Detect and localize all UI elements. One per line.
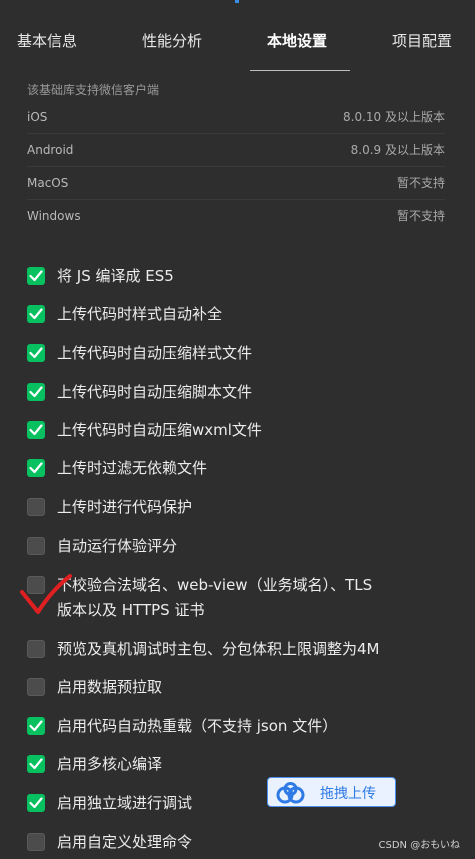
checkbox-unchecked[interactable]	[27, 498, 45, 516]
platform-label: Windows	[27, 209, 81, 223]
checkmark-icon	[29, 308, 43, 320]
checkmark-icon	[29, 386, 43, 398]
checkbox-checked[interactable]	[27, 267, 45, 285]
support-row: MacOS 暂不支持	[27, 167, 445, 200]
option-label[interactable]: 启用代码自动热重载（不支持 json 文件）	[57, 714, 337, 738]
option-label[interactable]: 上传时进行代码保护	[57, 495, 192, 519]
checkmark-icon	[29, 797, 43, 809]
watermark: CSDN @おもいね	[378, 840, 461, 851]
platform-label: Android	[27, 143, 74, 157]
drag-upload-button[interactable]: 拖拽上传	[267, 777, 396, 807]
checkbox-unchecked[interactable]	[27, 678, 45, 696]
support-row: Windows 暂不支持	[27, 200, 445, 232]
client-support-table: 该基础库支持微信客户端 iOS 8.0.10 及以上版本 Android 8.0…	[27, 82, 445, 232]
option-label-line2[interactable]: 版本以及 HTTPS 证书	[57, 598, 204, 622]
checkbox-checked[interactable]	[27, 459, 45, 477]
checkmark-icon	[29, 720, 43, 732]
checkmark-icon	[29, 347, 43, 359]
checkbox-unchecked[interactable]	[27, 537, 45, 555]
checkbox-checked[interactable]	[27, 383, 45, 401]
option-label[interactable]: 启用独立域进行调试	[57, 791, 192, 815]
checkmark-icon	[29, 424, 43, 436]
checkmark-icon	[29, 462, 43, 474]
checkbox-checked[interactable]	[27, 305, 45, 323]
option-label[interactable]: 不校验合法域名、web-view（业务域名）、TLS	[57, 573, 372, 597]
upload-label: 拖拽上传	[320, 786, 376, 802]
option-label[interactable]: 启用多核心编译	[57, 752, 162, 776]
platform-value: 暂不支持	[396, 209, 445, 223]
option-label[interactable]: 上传代码时样式自动补全	[57, 302, 222, 326]
checkbox-unchecked[interactable]	[27, 640, 45, 658]
platform-label: iOS	[27, 110, 48, 124]
red-check-mark-icon	[20, 574, 72, 614]
checkbox-checked[interactable]	[27, 794, 45, 812]
platform-label: MacOS	[27, 176, 69, 190]
tab-bar: 基本信息 性能分析 本地设置 项目配置	[0, 0, 475, 72]
platform-value: 8.0.9 及以上版本	[350, 143, 445, 157]
active-tab-underline	[250, 70, 350, 71]
platform-value: 8.0.10 及以上版本	[343, 110, 445, 124]
option-label[interactable]: 上传代码时自动压缩脚本文件	[57, 380, 252, 404]
checkbox-checked[interactable]	[27, 344, 45, 362]
option-label[interactable]: 自动运行体验评分	[57, 534, 177, 558]
checkbox-checked[interactable]	[27, 755, 45, 773]
support-row: iOS 8.0.10 及以上版本	[27, 101, 445, 134]
tab-basic-info[interactable]: 基本信息	[17, 30, 77, 51]
option-label[interactable]: 启用自定义处理命令	[57, 830, 192, 854]
option-label[interactable]: 上传时过滤无依赖文件	[57, 456, 207, 480]
checkbox-checked[interactable]	[27, 421, 45, 439]
tab-performance[interactable]: 性能分析	[142, 30, 202, 51]
option-label[interactable]: 上传代码时自动压缩样式文件	[57, 341, 252, 365]
checkbox-unchecked[interactable]	[27, 833, 45, 851]
checkmark-icon	[29, 758, 43, 770]
checkbox-checked[interactable]	[27, 717, 45, 735]
option-label[interactable]: 启用数据预拉取	[57, 675, 162, 699]
support-row: Android 8.0.9 及以上版本	[27, 134, 445, 167]
tab-project-config[interactable]: 项目配置	[392, 30, 452, 51]
tab-local-settings[interactable]: 本地设置	[267, 30, 327, 51]
option-label[interactable]: 将 JS 编译成 ES5	[57, 264, 174, 288]
cloud-upload-icon	[276, 782, 305, 804]
checkmark-icon	[29, 270, 43, 282]
option-label[interactable]: 预览及真机调试时主包、分包体积上限调整为4M	[57, 637, 380, 661]
platform-value: 暂不支持	[396, 176, 445, 190]
support-header: 该基础库支持微信客户端	[27, 83, 160, 97]
option-label[interactable]: 上传代码时自动压缩wxml文件	[57, 418, 262, 442]
